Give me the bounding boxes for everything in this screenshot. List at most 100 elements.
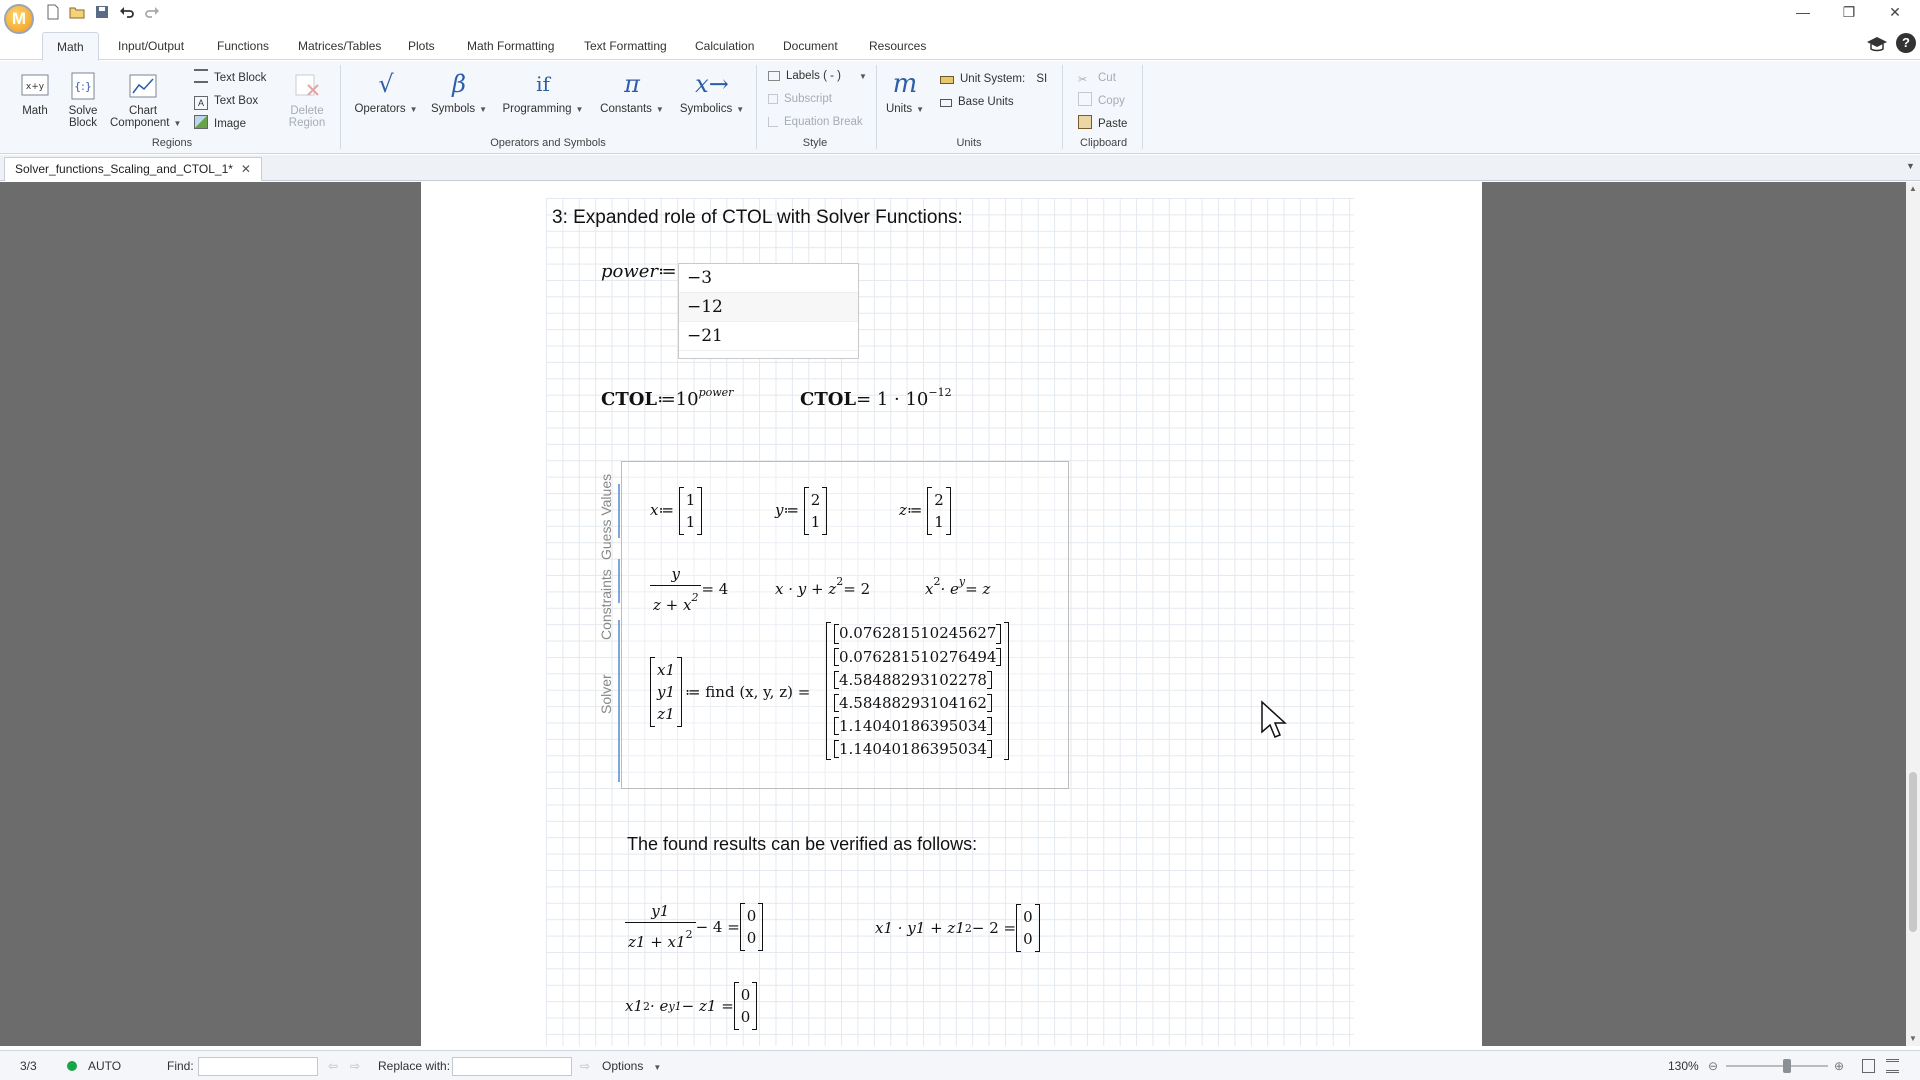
draft-view-icon[interactable] bbox=[1886, 1059, 1899, 1073]
tab-matrices-tables[interactable]: Matrices/Tables bbox=[284, 32, 395, 60]
text-box-button[interactable]: A Text Box bbox=[194, 92, 258, 110]
symbolics-button[interactable]: x→ Symbolics ▼ bbox=[676, 69, 748, 115]
tab-resources[interactable]: Resources bbox=[855, 32, 940, 60]
ruler-icon bbox=[940, 76, 954, 84]
find-input[interactable] bbox=[198, 1057, 318, 1076]
ribbon-separator bbox=[340, 65, 341, 149]
options-dropdown[interactable]: Options ▼ bbox=[602, 1051, 661, 1080]
vertical-scrollbar[interactable]: ▲ ▼ bbox=[1906, 182, 1920, 1046]
delete-region-icon bbox=[295, 74, 319, 96]
scroll-up-icon[interactable]: ▲ bbox=[1909, 184, 1917, 193]
guess-z[interactable]: z≔ 21 bbox=[899, 487, 951, 535]
power-table-cell[interactable]: −3 bbox=[679, 264, 858, 293]
mouse-cursor-icon bbox=[1261, 700, 1287, 738]
operators-button[interactable]: √ Operators ▼ bbox=[352, 69, 420, 115]
ctol-result[interactable]: CTOL= 1 · 10−12 bbox=[800, 386, 952, 410]
calc-mode[interactable]: AUTO bbox=[88, 1051, 121, 1080]
tab-plots[interactable]: Plots bbox=[394, 32, 449, 60]
minimize-button[interactable]: — bbox=[1780, 0, 1826, 24]
help-icon[interactable]: ? bbox=[1896, 33, 1916, 53]
math-region-button[interactable]: x+y Math bbox=[14, 71, 56, 117]
paste-button[interactable]: Paste bbox=[1078, 115, 1127, 133]
equation-break-button[interactable]: Equation Break bbox=[768, 113, 863, 131]
zoom-in-icon[interactable]: ⊕ bbox=[1834, 1051, 1844, 1080]
verify-text[interactable]: The found results can be verified as fol… bbox=[627, 834, 977, 855]
tab-calculation[interactable]: Calculation bbox=[681, 32, 768, 60]
replace-arrow-icon[interactable]: ⇨ bbox=[580, 1051, 590, 1080]
symbolics-icon: x→ bbox=[695, 70, 729, 98]
solver-result-matrix[interactable]: 0.076281510245627 0.076281510276494 4.58… bbox=[826, 622, 1010, 760]
cut-button[interactable]: ✂ Cut bbox=[1078, 69, 1116, 87]
constants-icon: π bbox=[624, 70, 640, 98]
section-heading[interactable]: 3: Expanded role of CTOL with Solver Fun… bbox=[552, 207, 963, 229]
page-view-icon[interactable] bbox=[1862, 1059, 1875, 1073]
solver-find-expression[interactable]: x1 y1 z1 ≔ find (x, y, z) = bbox=[650, 657, 810, 727]
ctol-definition[interactable]: CTOL≔10power bbox=[601, 386, 733, 410]
chart-component-button[interactable]: Chart Component ▼ bbox=[110, 71, 181, 129]
document-tab[interactable]: Solver_functions_Scaling_and_CTOL_1* ✕ bbox=[4, 157, 262, 181]
new-document-icon[interactable] bbox=[44, 3, 62, 21]
power-table-cell[interactable]: −21 bbox=[679, 322, 858, 351]
tab-text-formatting[interactable]: Text Formatting bbox=[570, 32, 681, 60]
text-box-icon: A bbox=[194, 96, 208, 110]
constraint-2[interactable]: x · y + z2= 2 bbox=[775, 575, 870, 598]
undo-icon[interactable] bbox=[118, 3, 136, 21]
zoom-out-icon[interactable]: ⊖ bbox=[1708, 1051, 1718, 1080]
guess-y[interactable]: y≔ 21 bbox=[775, 487, 828, 535]
svg-text:{:}: {:} bbox=[74, 80, 92, 93]
image-icon bbox=[194, 115, 208, 129]
find-previous-icon[interactable]: ⇦ bbox=[328, 1051, 338, 1080]
restore-button[interactable]: ❐ bbox=[1826, 0, 1872, 24]
power-variable[interactable]: power≔ bbox=[601, 261, 677, 282]
copy-button[interactable]: Copy bbox=[1078, 92, 1125, 110]
zoom-slider-thumb[interactable] bbox=[1783, 1059, 1792, 1073]
constraint-1[interactable]: yz + x2 = 4 bbox=[650, 563, 728, 617]
text-block-button[interactable]: Text Block bbox=[194, 69, 266, 87]
scissors-icon: ✂ bbox=[1078, 74, 1088, 86]
constraint-3[interactable]: x2· ey= z bbox=[925, 575, 990, 598]
units-button[interactable]: m Units ▼ bbox=[884, 69, 926, 115]
constraints-bracket bbox=[618, 559, 620, 603]
tab-overflow-chevron-icon[interactable]: ▼ bbox=[1906, 161, 1915, 171]
labels-dropdown[interactable]: Labels ( - ) ▼ bbox=[768, 67, 867, 85]
close-tab-icon[interactable]: ✕ bbox=[241, 162, 251, 176]
guess-x[interactable]: x≔ 11 bbox=[650, 487, 703, 535]
replace-input[interactable] bbox=[452, 1057, 572, 1076]
redo-icon[interactable] bbox=[143, 3, 161, 21]
guess-values-label: Guess Values bbox=[598, 473, 614, 560]
verify-equation-2[interactable]: x1 · y1 + z1 2 − 2 = 00 bbox=[875, 904, 1040, 952]
scroll-down-icon[interactable]: ▼ bbox=[1909, 1034, 1917, 1043]
power-table-cell[interactable]: −12 bbox=[679, 293, 858, 322]
graduation-cap-icon[interactable] bbox=[1866, 33, 1888, 55]
base-units-button[interactable]: Base Units bbox=[940, 93, 1014, 111]
open-folder-icon[interactable] bbox=[68, 3, 86, 21]
mathcad-logo-icon[interactable]: M bbox=[4, 4, 34, 34]
ribbon-separator bbox=[876, 65, 877, 149]
subscript-button[interactable]: Subscript bbox=[768, 90, 832, 108]
zoom-slider[interactable] bbox=[1726, 1065, 1828, 1067]
scrollbar-thumb[interactable] bbox=[1909, 772, 1917, 932]
tab-document[interactable]: Document bbox=[769, 32, 852, 60]
unit-system-dropdown[interactable]: Unit System: SI bbox=[940, 70, 1047, 88]
tab-math[interactable]: Math bbox=[42, 32, 99, 61]
constants-button[interactable]: π Constants ▼ bbox=[596, 69, 668, 115]
symbols-button[interactable]: β Symbols ▼ bbox=[428, 69, 490, 115]
group-label-clipboard: Clipboard bbox=[1080, 137, 1128, 149]
power-input-table[interactable]: −3 −12 −21 bbox=[678, 263, 859, 359]
programming-button[interactable]: if Programming ▼ bbox=[498, 69, 588, 115]
tab-math-formatting[interactable]: Math Formatting bbox=[453, 32, 568, 60]
verify-equation-3[interactable]: x1 2 · e y1 − z1 = 00 bbox=[625, 982, 758, 1030]
base-units-icon bbox=[940, 99, 952, 107]
chart-icon bbox=[129, 74, 157, 98]
tab-functions[interactable]: Functions bbox=[203, 32, 283, 60]
verify-equation-1[interactable]: y1 z1 + x12 − 4 = 00 bbox=[625, 900, 764, 954]
image-button[interactable]: Image bbox=[194, 115, 246, 133]
title-bar: M — ❐ ✕ bbox=[0, 0, 1920, 34]
tab-input-output[interactable]: Input/Output bbox=[104, 32, 198, 60]
save-icon[interactable] bbox=[93, 3, 111, 21]
close-button[interactable]: ✕ bbox=[1872, 0, 1918, 24]
find-next-icon[interactable]: ⇨ bbox=[350, 1051, 360, 1080]
solver-bracket bbox=[618, 620, 620, 782]
solve-block-button[interactable]: {:} Solve Block bbox=[64, 71, 102, 129]
delete-region-button[interactable]: Delete Region bbox=[284, 71, 330, 129]
